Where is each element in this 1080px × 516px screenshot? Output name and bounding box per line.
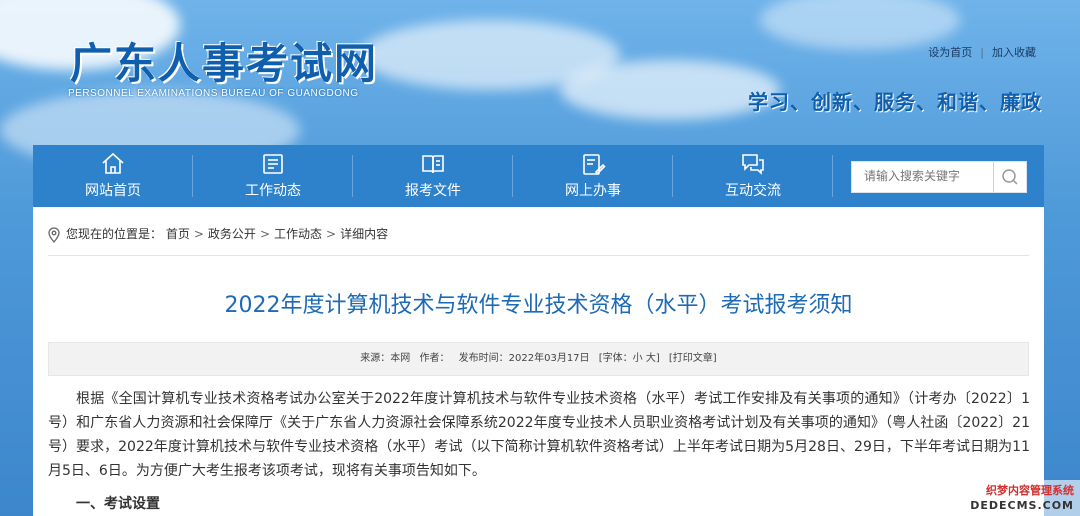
site-title[interactable]: 广东人事考试网 xyxy=(70,30,378,91)
chat-icon xyxy=(742,154,764,175)
breadcrumb-current: 详细内容 xyxy=(340,227,389,241)
nav-item-home[interactable]: 网站首页 xyxy=(33,145,193,207)
site-subtitle: PERSONNEL EXAMINATIONS BUREAU OF GUANGDO… xyxy=(68,88,359,99)
nav-item-interaction[interactable]: 互动交流 xyxy=(673,145,833,207)
print-article-link[interactable]: [打印文章] xyxy=(669,353,717,364)
breadcrumb-prefix: 您现在的位置是： xyxy=(66,227,163,241)
nav-label: 工作动态 xyxy=(245,183,301,199)
site-header: 广东人事考试网 PERSONNEL EXAMINATIONS BUREAU OF… xyxy=(0,0,1080,145)
breadcrumb: 您现在的位置是： 首页 > 政务公开 > 工作动态 > 详细内容 xyxy=(48,225,388,243)
watermark-line2: DEDECMS.COM xyxy=(970,499,1074,512)
set-homepage-link[interactable]: 设为首页 xyxy=(928,46,972,59)
article-meta: 来源：本网 作者： 发布时间：2022年03月17日 [字体：小 大] [打印文… xyxy=(48,342,1029,376)
location-pin-icon xyxy=(48,226,60,243)
nav-label: 网上办事 xyxy=(565,183,621,199)
font-size-toggle[interactable]: [字体：小 大] xyxy=(599,353,660,364)
watermark: 织梦内容管理系统 DEDECMS.COM xyxy=(970,480,1080,516)
meta-date: 发布时间：2022年03月17日 xyxy=(458,353,590,364)
meta-author: 作者： xyxy=(419,353,450,364)
meta-source: 来源：本网 xyxy=(360,353,411,364)
slogan: 学习、创新、服务、和谐、廉政 xyxy=(748,90,1042,114)
add-favorite-link[interactable]: 加入收藏 xyxy=(992,46,1036,59)
main-nav: 网站首页 工作动态 报考文件 网上办事 互动交流 xyxy=(33,145,1044,207)
search-box xyxy=(851,161,1027,193)
breadcrumb-separator: > xyxy=(193,227,204,241)
section-heading: 一、考试设置 xyxy=(76,496,160,512)
search-input[interactable] xyxy=(852,162,994,190)
breadcrumb-separator: > xyxy=(326,227,337,241)
edit-doc-icon xyxy=(583,154,606,175)
nav-item-online-service[interactable]: 网上办事 xyxy=(513,145,673,207)
nav-item-news[interactable]: 工作动态 xyxy=(193,145,353,207)
divider xyxy=(48,255,1029,256)
news-icon xyxy=(263,154,283,174)
search-icon xyxy=(1002,169,1018,185)
article-paragraph: 根据《全国计算机专业技术资格考试办公室关于2022年度计算机技术与软件专业技术资… xyxy=(48,391,1030,479)
breadcrumb-separator: > xyxy=(259,227,270,241)
breadcrumb-home[interactable]: 首页 xyxy=(166,227,190,241)
content-panel: 您现在的位置是： 首页 > 政务公开 > 工作动态 > 详细内容 2022年度计算机技术与软… xyxy=(33,207,1044,516)
nav-item-documents[interactable]: 报考文件 xyxy=(353,145,513,207)
home-icon xyxy=(102,152,124,174)
nav-label: 网站首页 xyxy=(85,183,141,199)
link-separator: | xyxy=(980,46,984,59)
nav-label: 互动交流 xyxy=(725,183,781,199)
breadcrumb-work-news[interactable]: 工作动态 xyxy=(274,227,322,241)
nav-divider xyxy=(832,155,833,197)
watermark-line1: 织梦内容管理系统 xyxy=(986,484,1074,497)
breadcrumb-gov-affairs[interactable]: 政务公开 xyxy=(208,227,256,241)
book-icon xyxy=(422,155,444,174)
search-button[interactable] xyxy=(993,162,1026,192)
top-links: 设为首页 | 加入收藏 xyxy=(928,44,1036,60)
nav-label: 报考文件 xyxy=(405,183,461,199)
article-title: 2022年度计算机技术与软件专业技术资格（水平）考试报考须知 xyxy=(224,293,853,318)
